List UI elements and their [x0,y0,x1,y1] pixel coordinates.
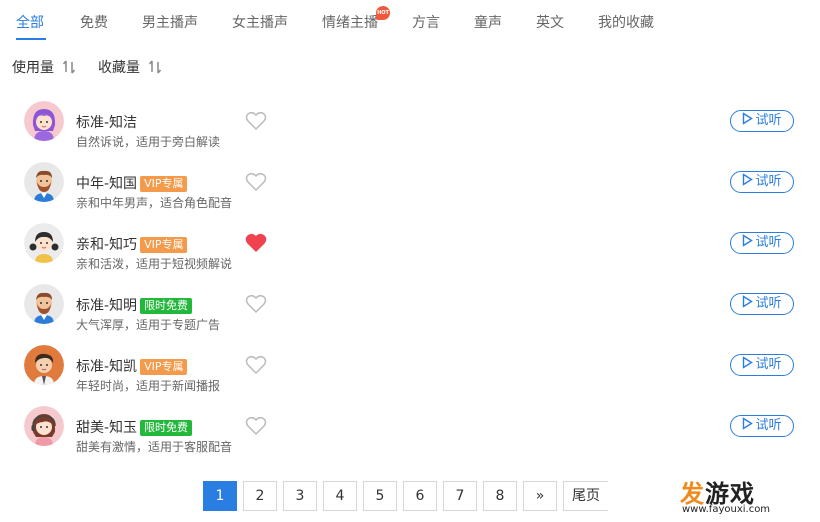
voice-name: 标准-知凯 [76,359,138,375]
listen-label: 试听 [755,418,782,433]
free-badge: 限时免费 [140,420,193,436]
voice-description: 大气浑厚，适用于专题广告 [76,318,221,332]
tab-male-voice[interactable]: 男主播声 [142,12,198,32]
avatar [24,223,64,263]
active-tab-indicator [16,38,46,40]
sort-by-favorites-label: 收藏量 [98,60,140,76]
page-1-button[interactable]: 1 [203,481,237,511]
voice-description: 亲和活泼，适用于短视频解说 [76,257,233,271]
voice-name-row: 标准-知明 限时免费 [76,295,193,315]
listen-button[interactable]: 试听 [730,415,794,437]
listen-label: 试听 [755,296,782,311]
site-watermark: 发游戏 www.fayouxi.com [680,474,810,518]
page-4-button[interactable]: 4 [323,481,357,511]
tab-dialect[interactable]: 方言 [412,12,440,32]
voice-description: 甜美有激情，适用于客服配音 [76,440,233,454]
play-icon [743,356,754,369]
voice-name-row: 亲和-知巧 VIP专属 [76,234,188,254]
sort-by-usage[interactable]: 使用量 [12,57,76,77]
vip-badge: VIP专属 [140,176,188,192]
watermark-url: www.fayouxi.com [682,504,771,515]
page-7-button[interactable]: 7 [443,481,477,511]
avatar [24,162,64,202]
sort-icon [63,60,76,74]
listen-label: 试听 [755,357,782,372]
page-5-button[interactable]: 5 [363,481,397,511]
voice-name-row: 标准-知凯 VIP专属 [76,356,188,376]
listen-button[interactable]: 试听 [730,171,794,193]
heart-icon[interactable] [245,355,267,375]
vip-badge: VIP专属 [140,359,188,375]
heart-filled-icon[interactable] [245,233,267,253]
avatar [24,406,64,446]
voice-name-row: 标准-知洁 [76,112,137,132]
tab-child-voice[interactable]: 童声 [474,12,502,32]
heart-icon[interactable] [245,416,267,436]
voice-name-row: 中年-知国 VIP专属 [76,173,188,193]
heart-icon[interactable] [245,111,267,131]
avatar [24,101,64,141]
sort-by-usage-label: 使用量 [12,60,54,76]
voice-description: 年轻时尚，适用于新闻播报 [76,379,221,393]
voice-description: 自然诉说，适用于旁白解读 [76,135,221,149]
listen-button[interactable]: 试听 [730,354,794,376]
play-icon [743,234,754,247]
sort-by-favorites[interactable]: 收藏量 [98,57,162,77]
avatar [24,284,64,324]
play-icon [743,112,754,125]
heart-icon[interactable] [245,172,267,192]
avatar [24,345,64,385]
vip-badge: VIP专属 [140,237,188,253]
tab-all[interactable]: 全部 [16,12,44,32]
voice-description: 亲和中年男声，适合角色配音 [76,196,233,210]
tab-free[interactable]: 免费 [80,12,108,32]
play-icon [743,295,754,308]
last-page-button[interactable]: 尾页 [563,481,608,511]
tab-female-voice[interactable]: 女主播声 [232,12,288,32]
play-icon [743,173,754,186]
listen-button[interactable]: 试听 [730,293,794,315]
heart-icon[interactable] [245,294,267,314]
voice-name: 标准-知明 [76,298,138,314]
voice-name: 亲和-知巧 [76,237,138,253]
category-tabs: 全部 免费 男主播声 女主播声 情绪主播 HOT 方言 童声 英文 我的收藏 [0,0,820,44]
page-3-button[interactable]: 3 [283,481,317,511]
hot-badge: HOT [376,6,390,20]
page-6-button[interactable]: 6 [403,481,437,511]
voice-name: 中年-知国 [76,176,138,192]
tab-emotion-voice[interactable]: 情绪主播 [322,12,378,32]
listen-button[interactable]: 试听 [730,232,794,254]
tab-my-favorites[interactable]: 我的收藏 [598,12,654,32]
page-2-button[interactable]: 2 [243,481,277,511]
tab-english[interactable]: 英文 [536,12,564,32]
voice-name-row: 甜美-知玉 限时免费 [76,417,193,437]
listen-label: 试听 [755,113,782,128]
next-page-button[interactable]: » [523,481,557,511]
voice-name: 标准-知洁 [76,115,138,131]
page-8-button[interactable]: 8 [483,481,517,511]
voice-name: 甜美-知玉 [76,420,138,436]
sort-icon [149,60,162,74]
listen-label: 试听 [755,235,782,250]
free-badge: 限时免费 [140,298,193,314]
play-icon [743,417,754,430]
listen-button[interactable]: 试听 [730,110,794,132]
listen-label: 试听 [755,174,782,189]
